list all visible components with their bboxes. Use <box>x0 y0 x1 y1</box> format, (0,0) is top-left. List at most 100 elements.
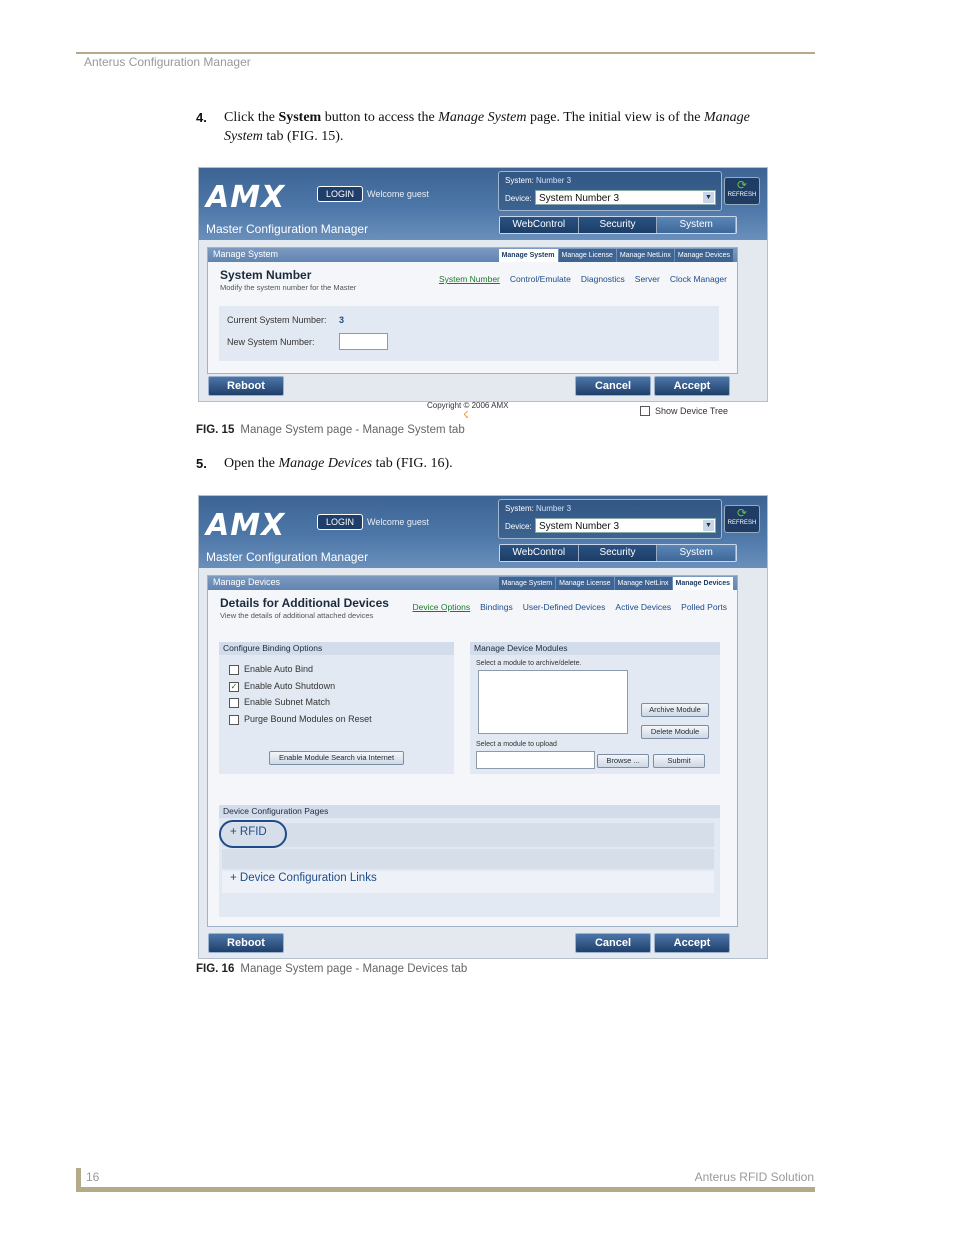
amx-logo: AMX <box>206 508 286 543</box>
enable-subnet-match-checkbox[interactable] <box>229 698 239 708</box>
section-title: System Number <box>220 268 312 282</box>
enable-auto-shutdown-checkbox[interactable]: ✓ <box>229 682 239 692</box>
tab-manage-devices[interactable]: Manage Devices <box>674 249 733 262</box>
browse-button[interactable]: Browse ... <box>597 754 649 768</box>
accept-button[interactable]: Accept <box>654 376 730 396</box>
tab-manage-system[interactable]: Manage System <box>498 249 558 262</box>
reboot-button[interactable]: Reboot <box>208 376 284 396</box>
nav-webcontrol[interactable]: WebControl <box>500 545 579 561</box>
link-control-emulate[interactable]: Control/Emulate <box>510 274 571 284</box>
device-label: Device: <box>505 194 532 203</box>
reboot-button[interactable]: Reboot <box>208 933 284 953</box>
tab-manage-license[interactable]: Manage License <box>556 577 614 590</box>
system-number-form: Current System Number: 3 New System Numb… <box>219 306 719 361</box>
chevron-down-icon: ▼ <box>703 192 714 203</box>
device-config-pages-title: Device Configuration Pages <box>219 805 720 818</box>
section-subtitle: Modify the system number for the Master <box>220 283 357 292</box>
purge-bound-modules-checkbox[interactable] <box>229 715 239 725</box>
tab-manage-license[interactable]: Manage License <box>558 249 616 262</box>
new-system-label: New System Number: <box>227 337 315 347</box>
nav-security[interactable]: Security <box>578 217 658 233</box>
refresh-button[interactable]: ⟳ REFRESH <box>724 505 760 533</box>
link-device-options[interactable]: Device Options <box>412 602 470 612</box>
link-active-devices[interactable]: Active Devices <box>615 602 671 612</box>
welcome-text: Welcome guest <box>367 517 429 527</box>
step-5: 5. Open the Manage Devices tab (FIG. 16)… <box>196 454 796 474</box>
new-system-number-input[interactable] <box>339 333 388 350</box>
cursor-icon: ☇ <box>463 410 469 421</box>
tab-manage-devices[interactable]: Manage Devices <box>672 577 733 590</box>
nav-system[interactable]: System <box>657 545 737 561</box>
link-polled-ports[interactable]: Polled Ports <box>681 602 727 612</box>
enable-module-search-button[interactable]: Enable Module Search via Internet <box>269 751 404 765</box>
refresh-button[interactable]: ⟳ REFRESH <box>724 177 760 205</box>
main-nav: WebControl Security System <box>499 216 737 234</box>
figure-label: FIG. 15 <box>196 424 235 436</box>
device-select[interactable]: System Number 3 ▼ <box>535 518 716 533</box>
login-button[interactable]: LOGIN <box>317 514 363 530</box>
screenshot-manage-system: AMX LOGIN Welcome guest Master Configura… <box>198 167 768 402</box>
panel-title: Manage System <box>213 249 279 259</box>
cancel-button[interactable]: Cancel <box>575 933 651 953</box>
current-system-value: 3 <box>339 315 345 325</box>
link-clock-manager[interactable]: Clock Manager <box>670 274 727 284</box>
step-text: Click the System button to access the Ma… <box>224 110 750 144</box>
link-bindings[interactable]: Bindings <box>480 602 513 612</box>
app-title: Master Configuration Manager <box>206 550 369 564</box>
tab-manage-netlinx[interactable]: Manage NetLinx <box>616 249 674 262</box>
refresh-icon: ⟳ <box>736 506 748 520</box>
rfid-link[interactable]: + RFID <box>230 826 267 838</box>
device-select-value: System Number 3 <box>539 193 620 204</box>
system-label: System: <box>505 176 534 185</box>
show-device-tree-checkbox[interactable] <box>640 406 650 416</box>
link-system-number[interactable]: System Number <box>439 274 500 284</box>
panel-tabs: Manage System Manage License Manage NetL… <box>498 577 733 590</box>
system-device-box: System: Number 3 Device: System Number 3… <box>498 171 722 211</box>
system-device-box: System: Number 3 Device: System Number 3… <box>498 499 722 539</box>
accept-button[interactable]: Accept <box>654 933 730 953</box>
nav-system[interactable]: System <box>657 217 737 233</box>
link-diagnostics[interactable]: Diagnostics <box>581 274 625 284</box>
select-upload-label: Select a module to upload <box>476 741 557 748</box>
nav-security[interactable]: Security <box>578 545 658 561</box>
nav-webcontrol[interactable]: WebControl <box>500 217 579 233</box>
device-config-links[interactable]: + Device Configuration Links <box>230 872 377 884</box>
main-nav: WebControl Security System <box>499 544 737 562</box>
enable-auto-bind-checkbox[interactable] <box>229 665 239 675</box>
copyright: Copyright © 2006 AMX <box>427 401 509 410</box>
select-archive-label: Select a module to archive/delete. <box>476 660 582 667</box>
figure-caption-text: Manage System page - Manage Devices tab <box>240 963 468 975</box>
cancel-button[interactable]: Cancel <box>575 376 651 396</box>
panel-title-bar: Manage Devices Manage System Manage Lice… <box>208 576 737 590</box>
link-server[interactable]: Server <box>635 274 660 284</box>
running-header: Anterus Configuration Manager <box>84 55 251 69</box>
sub-links: System Number Control/Emulate Diagnostic… <box>439 274 727 284</box>
manage-devices-panel: Manage Devices Manage System Manage Lice… <box>207 575 738 927</box>
tab-manage-netlinx[interactable]: Manage NetLinx <box>614 577 672 590</box>
panel-tabs: Manage System Manage License Manage NetL… <box>498 249 733 262</box>
device-select-value: System Number 3 <box>539 521 620 532</box>
step-number: 4. <box>196 110 207 125</box>
device-label: Device: <box>505 522 532 531</box>
device-select[interactable]: System Number 3 ▼ <box>535 190 716 205</box>
login-button[interactable]: LOGIN <box>317 186 363 202</box>
delete-module-button[interactable]: Delete Module <box>641 725 709 739</box>
section-title: Details for Additional Devices <box>220 596 389 610</box>
link-user-defined-devices[interactable]: User-Defined Devices <box>523 602 606 612</box>
show-device-tree-label: Show Device Tree <box>655 406 729 416</box>
refresh-icon: ⟳ <box>736 178 748 192</box>
sub-links: Device Options Bindings User-Defined Dev… <box>412 602 727 612</box>
system-value: Number 3 <box>536 504 572 513</box>
refresh-label: REFRESH <box>727 192 757 198</box>
figure-15-caption: FIG. 15 Manage System page - Manage Syste… <box>196 424 465 436</box>
tab-manage-system[interactable]: Manage System <box>498 577 556 590</box>
archive-module-button[interactable]: Archive Module <box>641 703 709 717</box>
manage-system-panel: Manage System Manage System Manage Licen… <box>207 247 738 374</box>
panel-title: Manage Devices <box>213 577 281 587</box>
upload-file-input[interactable] <box>476 751 595 769</box>
module-list[interactable] <box>478 670 628 734</box>
app-title: Master Configuration Manager <box>206 222 369 236</box>
purge-bound-modules-label: Purge Bound Modules on Reset <box>244 714 372 724</box>
figure-16-caption: FIG. 16 Manage System page - Manage Devic… <box>196 963 467 975</box>
submit-button[interactable]: Submit <box>653 754 705 768</box>
